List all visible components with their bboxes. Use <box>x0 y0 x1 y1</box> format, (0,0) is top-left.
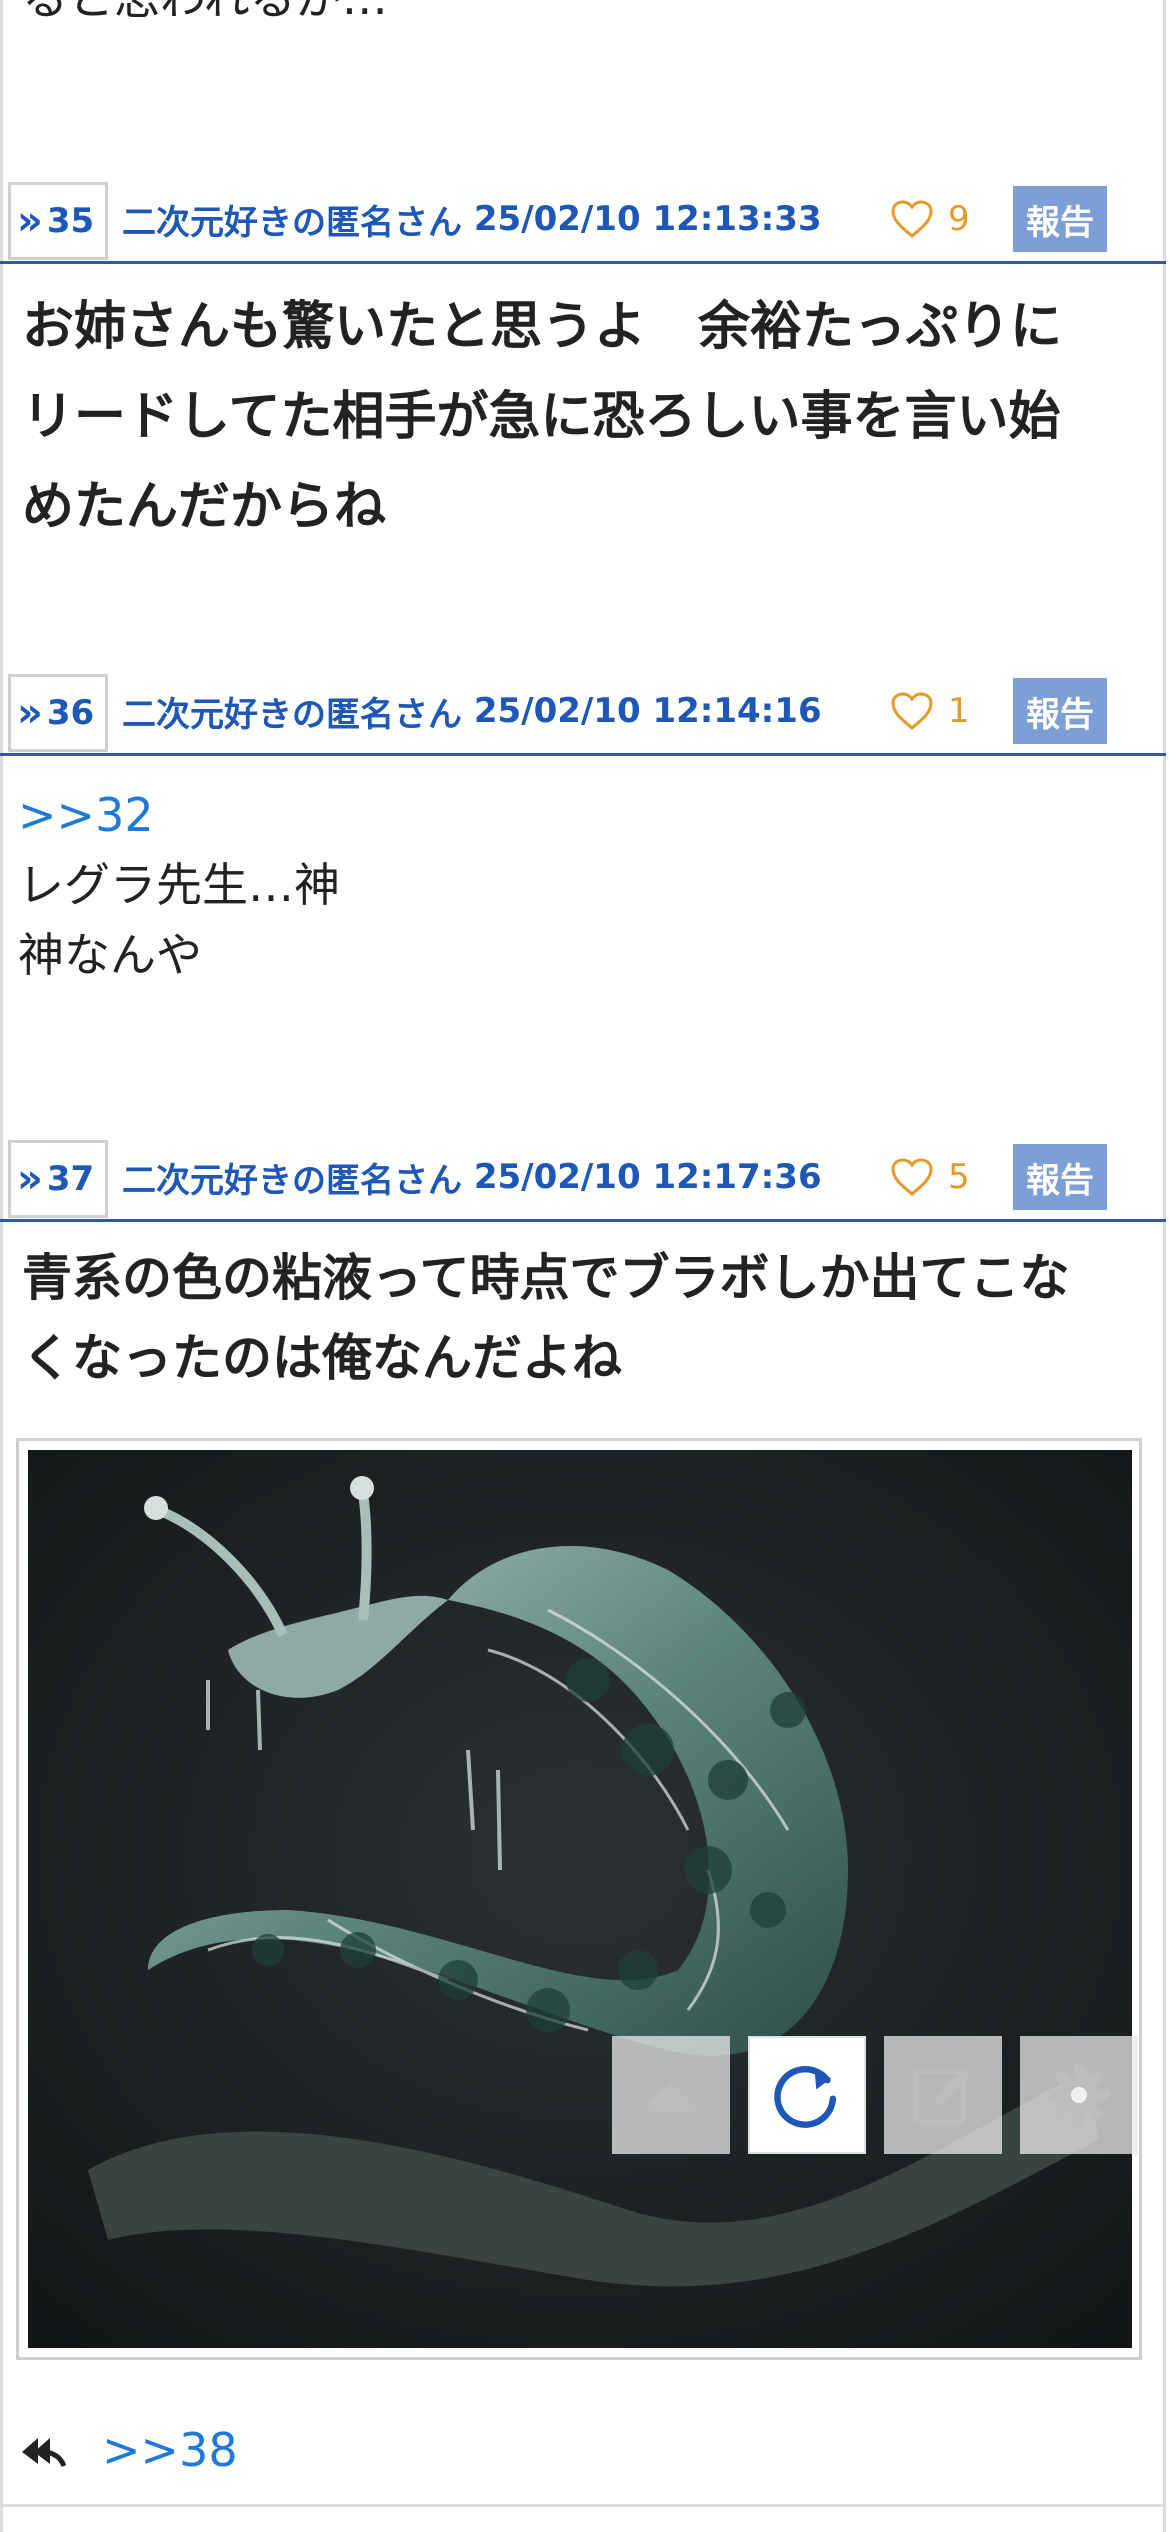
post-line: めたんだからね <box>22 477 387 537</box>
post-meta: 二次元好きの匿名さん 25/02/10 12:17:36 <box>122 1132 822 1222</box>
reply-row: >>38 <box>18 2420 238 2480</box>
post-body: >>32 レグラ先生…神 神なんや <box>18 780 1138 990</box>
attached-image[interactable] <box>16 1438 1142 2360</box>
post-line: 青系の色の粘液って時点でブラボしか出てこな <box>22 1249 1070 1307</box>
post-number-button[interactable]: » 37 <box>8 1140 108 1218</box>
post-line: お姉さんも驚いたと思うよ 余裕たっぷりに <box>22 297 1063 357</box>
post-header: » 35 二次元好きの匿名さん 25/02/10 12:13:33 9 報告 <box>0 174 1166 264</box>
author-name: 二次元好きの匿名さん <box>122 694 462 735</box>
edit-icon <box>913 2069 970 2125</box>
post-number: 36 <box>46 693 95 733</box>
like-count: 9 <box>948 199 970 239</box>
double-chevron-icon: » <box>17 198 43 244</box>
heart-icon <box>891 1158 933 1196</box>
post-header: » 36 二次元好きの匿名さん 25/02/10 12:14:16 1 報告 <box>0 666 1166 756</box>
post-meta: 二次元好きの匿名さん 25/02/10 12:14:16 <box>122 666 822 756</box>
heart-icon <box>891 200 933 238</box>
report-button[interactable]: 報告 <box>1013 1144 1107 1210</box>
post-datetime: 25/02/10 12:13:33 <box>473 199 822 239</box>
like-button[interactable]: 1 <box>890 666 970 756</box>
post-number-button[interactable]: » 36 <box>8 674 108 752</box>
double-chevron-icon: » <box>17 690 43 736</box>
scroll-up-button[interactable] <box>612 2036 730 2154</box>
next-reply-link[interactable]: >>38 <box>102 2423 238 2477</box>
author-name: 二次元好きの匿名さん <box>122 202 462 243</box>
refresh-icon <box>774 2065 837 2128</box>
reply-all-icon[interactable] <box>18 2430 66 2470</box>
edit-button[interactable] <box>884 2036 1002 2154</box>
settings-button[interactable] <box>1020 2036 1138 2154</box>
post-header: » 37 二次元好きの匿名さん 25/02/10 12:17:36 5 報告 <box>0 1132 1166 1222</box>
like-button[interactable]: 5 <box>890 1132 970 1222</box>
post-line: 神なんや <box>18 928 202 982</box>
post-line: くなったのは俺なんだよね <box>22 1329 622 1387</box>
post-line: レグラ先生…神 <box>18 858 340 912</box>
like-button[interactable]: 9 <box>890 174 970 264</box>
post-meta: 二次元好きの匿名さん 25/02/10 12:13:33 <box>122 174 822 264</box>
post-body: お姉さんも驚いたと思うよ 余裕たっぷりに リードしてた相手が急に恐ろしい事を言い… <box>22 282 1142 552</box>
post-body: 青系の色の粘液って時点でブラボしか出てこな くなったのは俺なんだよね <box>22 1238 1142 1398</box>
author-name: 二次元好きの匿名さん <box>122 1160 462 1201</box>
post-line: リードしてた相手が急に恐ろしい事を言い始 <box>22 387 1061 447</box>
double-chevron-icon: » <box>17 1156 43 1202</box>
previous-post-fragment: ると思われるが… <box>22 0 388 28</box>
refresh-button[interactable] <box>748 2036 866 2154</box>
heart-icon <box>891 692 933 730</box>
settings-icon <box>1048 2064 1110 2126</box>
reply-anchor-link[interactable]: >>32 <box>18 780 1138 850</box>
report-button[interactable]: 報告 <box>1013 186 1107 252</box>
post-number: 35 <box>46 201 95 241</box>
scroll-up-icon <box>643 2083 699 2111</box>
like-count: 1 <box>948 691 970 731</box>
post-number: 37 <box>46 1159 95 1199</box>
post-number-button[interactable]: » 35 <box>8 182 108 260</box>
post-datetime: 25/02/10 12:17:36 <box>473 1157 822 1197</box>
post-datetime: 25/02/10 12:14:16 <box>473 691 822 731</box>
report-button[interactable]: 報告 <box>1013 678 1107 744</box>
thread-bottom-border <box>0 2504 1166 2532</box>
like-count: 5 <box>948 1157 970 1197</box>
slug-illustration <box>28 1450 1132 2348</box>
